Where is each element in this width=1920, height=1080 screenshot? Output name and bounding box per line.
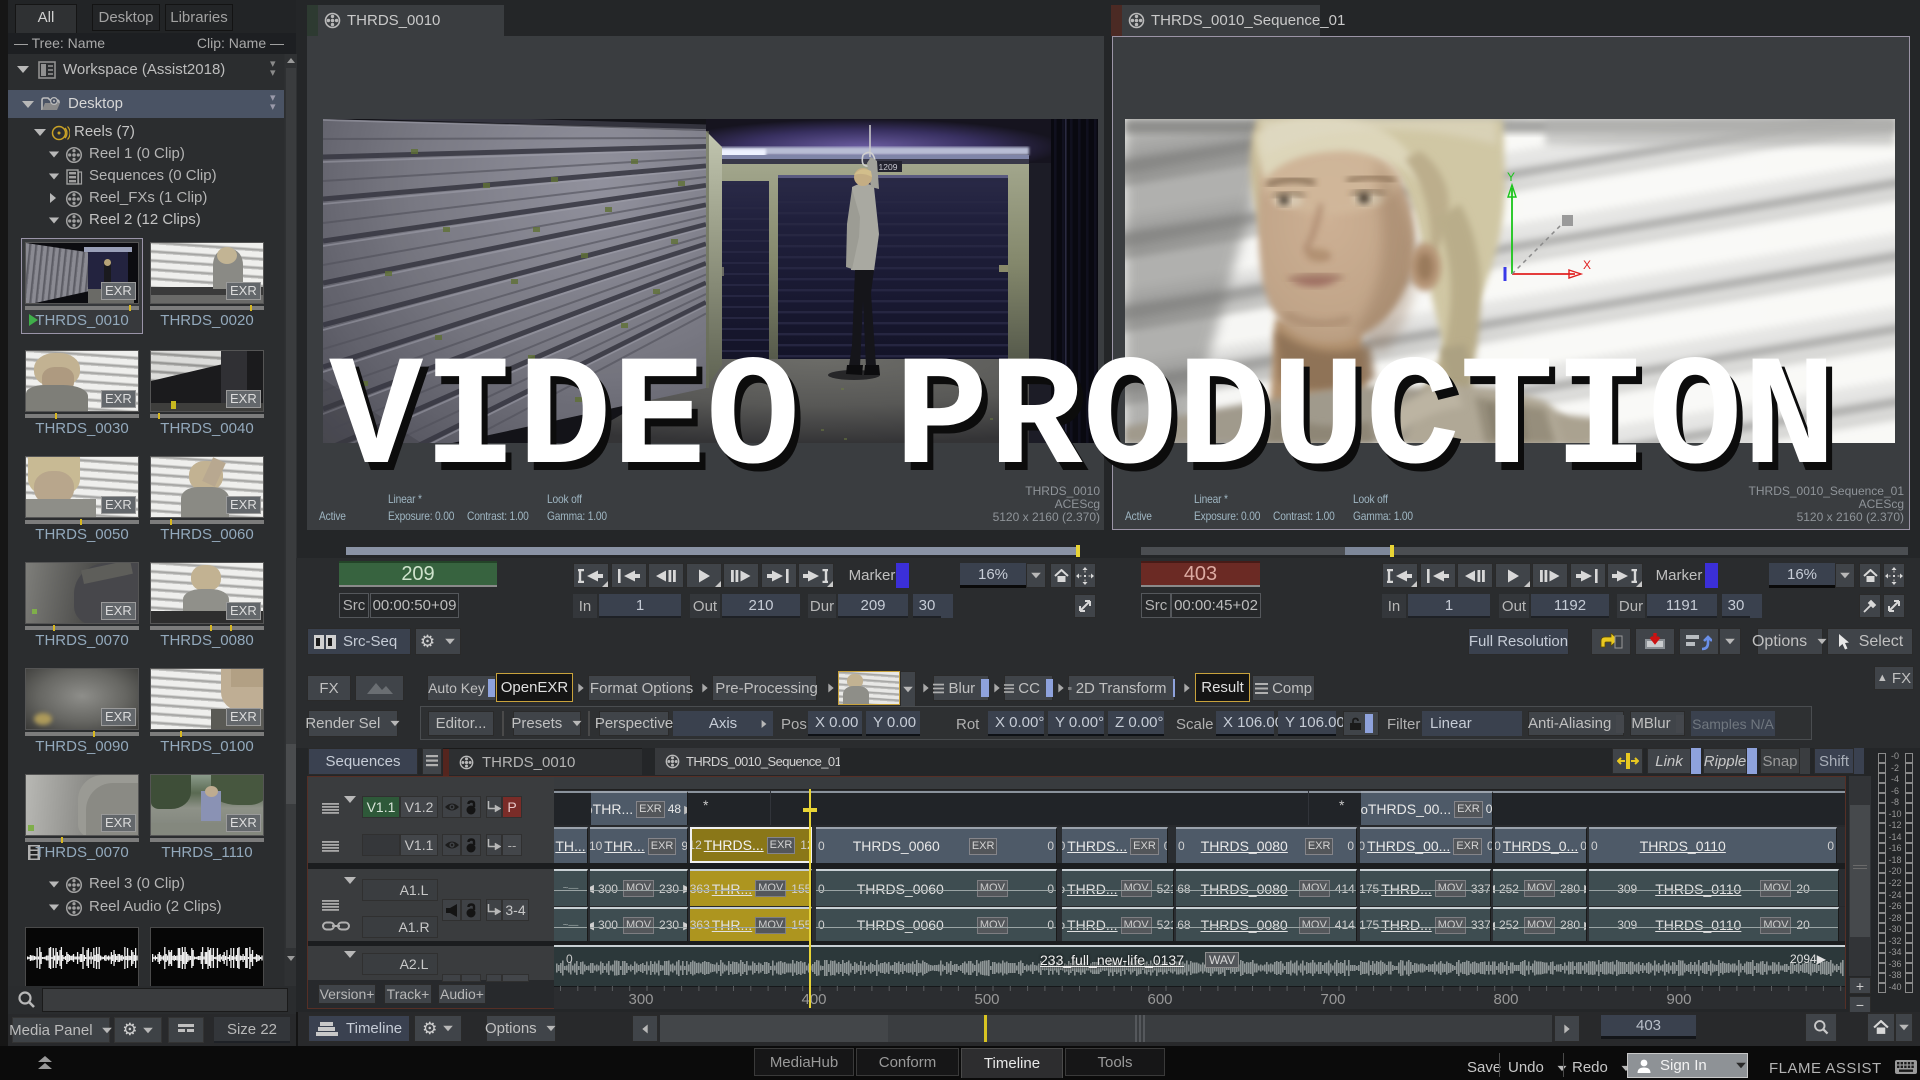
svg-text:Y: Y [1507, 170, 1515, 184]
svg-text:1209: 1209 [879, 162, 898, 172]
svg-text:X: X [1583, 258, 1591, 272]
